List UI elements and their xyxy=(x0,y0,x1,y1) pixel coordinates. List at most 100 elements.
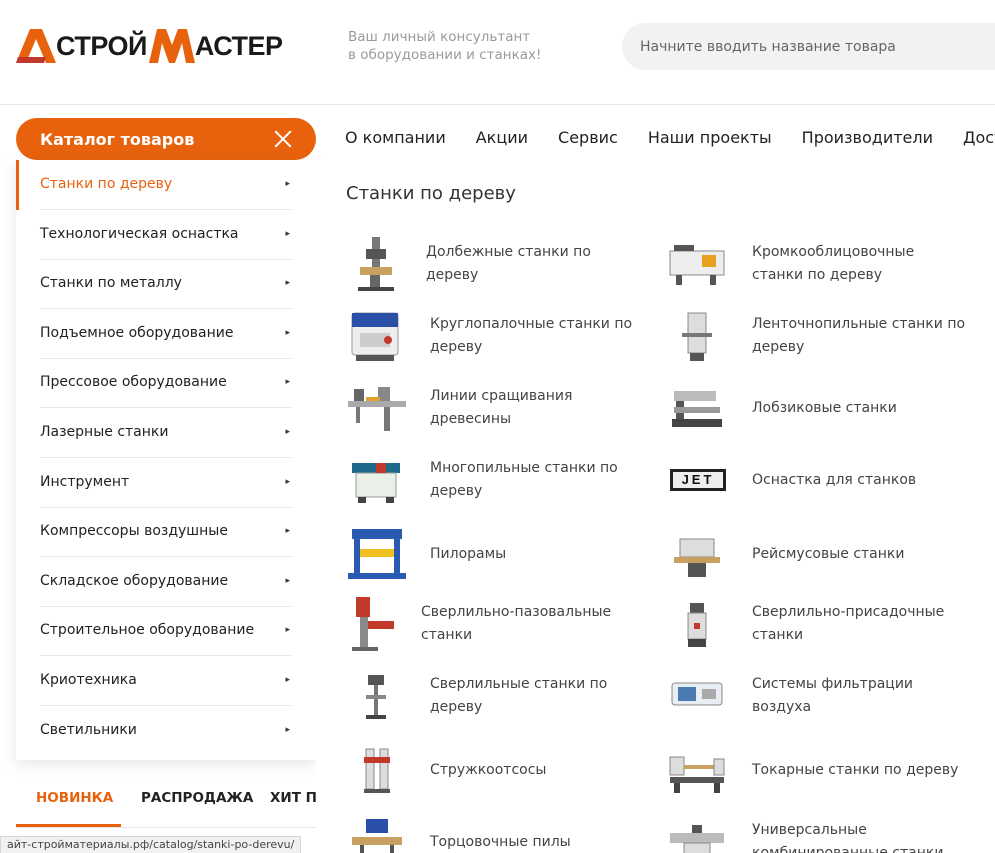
sidebar-item-press[interactable]: Прессовое оборудование ▸ xyxy=(40,358,292,408)
chevron-right-icon: ▸ xyxy=(285,576,290,587)
submenu-item-label: Кромкооблицовочные станки по дереву xyxy=(752,244,915,283)
submenu-item-finger-joint[interactable]: Линии сращивания древесины xyxy=(346,377,636,439)
nav-service[interactable]: Сервис xyxy=(558,128,618,147)
drill-press-icon xyxy=(346,665,408,727)
submenu-item-label: Стружкоотсосы xyxy=(430,761,547,778)
submenu-item-boring[interactable]: Сверлильно-присадочные станки xyxy=(666,593,966,655)
finger-joint-line-icon xyxy=(346,377,408,439)
search-box xyxy=(622,23,995,70)
sidebar-item-label: Станки по металлу xyxy=(40,275,182,292)
sidebar-item-construction[interactable]: Строительное оборудование ▸ xyxy=(40,606,292,656)
submenu-item-label: Токарные станки по дереву xyxy=(752,761,959,778)
tagline-line-2: в оборудовании и станках! xyxy=(348,47,542,63)
page: СТРОЙ АСТЕР Ваш личный консультант в обо… xyxy=(0,0,995,853)
submenu-item-sawmill[interactable]: Пилорамы xyxy=(346,523,636,585)
catalog-button[interactable]: Каталог товаров xyxy=(16,118,316,160)
sidebar-item-tooling[interactable]: Технологическая оснастка ▸ xyxy=(40,210,292,260)
submenu-item-label: Сверлильно-присадочные станки xyxy=(752,604,945,643)
sidebar-item-laser[interactable]: Лазерные станки ▸ xyxy=(40,408,292,458)
chevron-right-icon: ▸ xyxy=(285,377,290,388)
submenu-item-label: Рейсмусовые станки xyxy=(752,545,905,562)
chevron-right-icon: ▸ xyxy=(285,477,290,488)
submenu-item-dust-collector[interactable]: Стружкоотсосы xyxy=(346,739,636,801)
tab-new[interactable]: НОВИНКА xyxy=(36,790,113,806)
scroll-saw-icon xyxy=(666,377,728,439)
site-tagline: Ваш личный консультант в оборудовании и … xyxy=(348,28,588,64)
chevron-right-icon: ▸ xyxy=(285,427,290,438)
nav-delivery[interactable]: Доставка xyxy=(963,128,995,147)
tagline-line-1: Ваш личный консультант xyxy=(348,29,531,45)
sidebar-item-lifting[interactable]: Подъемное оборудование ▸ xyxy=(40,309,292,359)
sidebar-item-metal-machines[interactable]: Станки по металлу ▸ xyxy=(40,259,292,309)
submenu-item-edgebander[interactable]: Кромкооблицовочные станки по дереву xyxy=(666,233,966,295)
sidebar-item-label: Компрессоры воздушные xyxy=(40,523,228,540)
submenu-item-lathe[interactable]: Токарные станки по дереву xyxy=(666,739,966,801)
submenu-item-air-filter[interactable]: Системы фильтрации воздуха xyxy=(666,665,966,727)
submenu-item-combination[interactable]: Универсальные комбинированные станки xyxy=(666,811,966,853)
multi-rip-saw-icon xyxy=(346,449,408,511)
submenu-item-label: Оснастка для станков xyxy=(752,471,917,488)
edgebander-icon xyxy=(666,233,728,295)
nav-promotions[interactable]: Акции xyxy=(476,128,528,147)
submenu-item-drill-press[interactable]: Сверлильные станки по дереву xyxy=(346,665,636,727)
close-icon[interactable] xyxy=(274,130,292,148)
logo-word-aster: АСТЕР xyxy=(194,30,283,61)
submenu-item-planer[interactable]: Рейсмусовые станки xyxy=(666,523,966,585)
active-indicator xyxy=(16,160,19,210)
sidebar-item-label: Криотехника xyxy=(40,672,137,689)
sidebar-item-label: Светильники xyxy=(40,721,137,738)
chevron-right-icon: ▸ xyxy=(285,229,290,240)
chevron-right-icon: ▸ xyxy=(285,278,290,289)
nav-projects[interactable]: Наши проекты xyxy=(648,128,772,147)
sidebar-item-lighting[interactable]: Светильники ▸ xyxy=(40,705,292,755)
submenu-item-slot-mortiser[interactable]: Сверлильно-пазовальные станки xyxy=(346,593,636,655)
dowel-machine-icon xyxy=(346,305,408,367)
combination-machine-icon xyxy=(666,811,728,853)
submenu-item-label: Ленточнопильные станки по дереву xyxy=(752,316,966,355)
nav-manufacturers[interactable]: Производители xyxy=(802,128,933,147)
submenu-item-dowel[interactable]: Круглопалочные станки по дереву xyxy=(346,305,636,367)
product-tabs: НОВИНКА РАСПРОДАЖА ХИТ ПРОДАЖ xyxy=(16,772,316,828)
sidebar-item-label: Лазерные станки xyxy=(40,424,169,441)
sidebar-item-warehouse[interactable]: Складское оборудование ▸ xyxy=(40,557,292,607)
submenu-item-label: Пилорамы xyxy=(430,545,507,562)
submenu-panel: Станки по дереву Долбежные станки по дер… xyxy=(316,160,995,853)
submenu-item-label: Долбежные станки по дереву xyxy=(426,244,591,283)
submenu-item-miter-saw[interactable]: Торцовочные пилы xyxy=(346,811,636,853)
logo-a-mark xyxy=(16,29,56,63)
sidebar-item-label: Технологическая оснастка xyxy=(40,226,239,243)
site-logo[interactable]: СТРОЙ АСТЕР xyxy=(16,26,316,66)
nav-about[interactable]: О компании xyxy=(345,128,446,147)
sidebar-item-label: Подъемное оборудование xyxy=(40,325,234,342)
submenu-item-scroll-saw[interactable]: Лобзиковые станки xyxy=(666,377,966,439)
thickness-planer-icon xyxy=(666,523,728,585)
tab-sale[interactable]: РАСПРОДАЖА xyxy=(141,790,253,806)
lathe-icon xyxy=(666,739,728,801)
site-header: СТРОЙ АСТЕР Ваш личный консультант в обо… xyxy=(0,0,995,105)
tabs-divider xyxy=(16,827,316,828)
sidebar-item-label: Инструмент xyxy=(40,474,130,491)
slot-mortiser-icon xyxy=(346,593,402,655)
search-input[interactable] xyxy=(640,38,970,55)
submenu-item-label: Линии сращивания древесины xyxy=(430,388,573,427)
chevron-right-icon: ▸ xyxy=(285,179,290,190)
submenu-item-tooling[interactable]: JET Оснастка для станков xyxy=(666,449,966,511)
sidebar-item-cryo[interactable]: Криотехника ▸ xyxy=(40,656,292,706)
submenu-item-multi-rip[interactable]: Многопильные станки по дереву xyxy=(346,449,636,511)
chevron-right-icon: ▸ xyxy=(285,675,290,686)
catalog-button-label: Каталог товаров xyxy=(40,129,195,149)
mortising-machine-icon xyxy=(346,233,408,295)
main-nav: О компании Акции Сервис Наши проекты Про… xyxy=(345,128,995,147)
submenu-item-bandsaw[interactable]: Ленточнопильные станки по дереву xyxy=(666,305,966,367)
tab-bestseller[interactable]: ХИТ ПРОДАЖ xyxy=(270,790,316,806)
submenu-item-label: Многопильные станки по дереву xyxy=(430,460,618,499)
sidebar-item-compressors[interactable]: Компрессоры воздушные ▸ xyxy=(40,507,292,557)
chevron-right-icon: ▸ xyxy=(285,625,290,636)
sidebar-item-label: Прессовое оборудование xyxy=(40,374,227,391)
submenu-title: Станки по дереву xyxy=(346,183,516,204)
sidebar-item-label: Строительное оборудование xyxy=(40,622,255,639)
sidebar-item-wood-machines[interactable]: Станки по дереву ▸ xyxy=(40,160,292,210)
submenu-item-mortising[interactable]: Долбежные станки по дереву xyxy=(346,233,636,295)
chevron-right-icon: ▸ xyxy=(285,328,290,339)
sidebar-item-tools[interactable]: Инструмент ▸ xyxy=(40,458,292,508)
